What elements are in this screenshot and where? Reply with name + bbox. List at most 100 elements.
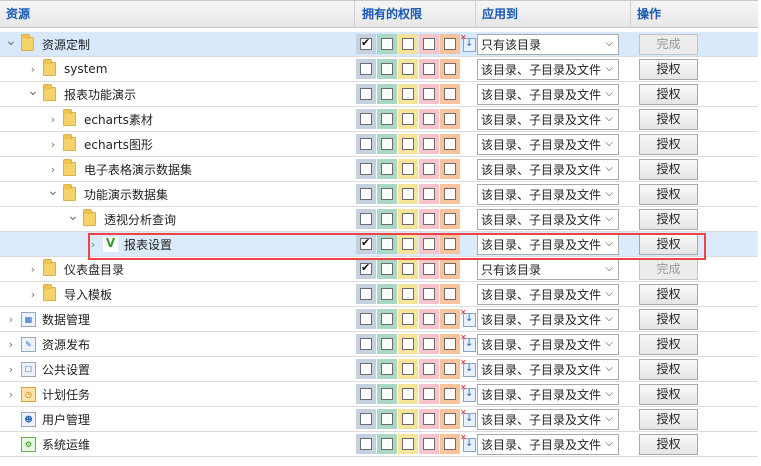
permission-checkbox[interactable] <box>360 363 372 375</box>
permission-checkbox[interactable] <box>402 188 414 200</box>
authorize-button[interactable]: 授权 <box>639 109 698 130</box>
apply-to-select[interactable]: 该目录、子目录及文件 ⌵ <box>477 59 619 80</box>
permission-checkbox[interactable] <box>360 213 372 225</box>
table-row[interactable]: ›◷ 计划任务 该目录、子目录及文件⌵ 授权 <box>0 382 758 407</box>
permission-checkbox[interactable] <box>360 388 372 400</box>
permission-checkbox[interactable] <box>360 88 372 100</box>
chevron-down-icon[interactable]: ⌄ <box>26 84 40 98</box>
chevron-right-icon[interactable]: › <box>46 138 60 151</box>
permission-checkbox[interactable] <box>381 263 393 275</box>
permission-inherit-icon[interactable] <box>460 433 476 452</box>
permission-checkbox[interactable] <box>402 313 414 325</box>
permission-checkbox[interactable] <box>444 313 456 325</box>
apply-to-select[interactable]: 该目录、子目录及文件 ⌵ <box>477 384 619 405</box>
permission-checkbox[interactable] <box>444 138 456 150</box>
apply-to-select[interactable]: 该目录、子目录及文件 ⌵ <box>477 209 619 230</box>
permission-checkbox[interactable] <box>360 36 372 50</box>
chevron-right-icon[interactable]: › <box>4 363 18 376</box>
authorize-button[interactable]: 授权 <box>639 209 698 230</box>
chevron-right-icon[interactable]: › <box>4 338 18 351</box>
authorize-button[interactable]: 授权 <box>639 159 698 180</box>
permission-inherit-icon[interactable] <box>460 308 476 327</box>
apply-to-select[interactable]: 该目录、子目录及文件 ⌵ <box>477 134 619 155</box>
table-row[interactable]: › system 该目录、子目录及文件 ⌵ 授权 <box>0 57 758 82</box>
permission-checkbox[interactable] <box>444 113 456 125</box>
permission-checkbox[interactable] <box>381 188 393 200</box>
chevron-down-icon[interactable]: ⌄ <box>46 184 60 198</box>
permission-checkbox[interactable] <box>402 263 414 275</box>
permission-checkbox[interactable] <box>381 213 393 225</box>
permission-checkbox[interactable] <box>381 338 393 350</box>
permission-checkbox[interactable] <box>360 413 372 425</box>
chevron-down-icon[interactable]: ⌄ <box>66 209 80 223</box>
permission-checkbox[interactable] <box>402 88 414 100</box>
authorize-button[interactable]: 授权 <box>639 284 698 305</box>
permission-checkbox[interactable] <box>423 288 435 300</box>
permission-checkbox[interactable] <box>423 313 435 325</box>
permission-checkbox[interactable] <box>360 288 372 300</box>
permission-inherit-icon[interactable] <box>460 383 476 402</box>
table-row[interactable]: ☻ 用户管理 该目录、子目录及文件⌵ 授权 <box>0 407 758 432</box>
authorize-button[interactable]: 授权 <box>639 384 698 405</box>
permission-checkbox[interactable] <box>402 38 414 50</box>
permission-checkbox[interactable] <box>444 38 456 50</box>
chevron-right-icon[interactable]: › <box>4 388 18 401</box>
permission-checkbox[interactable] <box>444 288 456 300</box>
permission-checkbox[interactable] <box>444 213 456 225</box>
permission-checkbox[interactable] <box>423 63 435 75</box>
authorize-button[interactable]: 授权 <box>639 359 698 380</box>
table-row[interactable]: › echarts素材 该目录、子目录及文件 ⌵ 授权 <box>0 107 758 132</box>
permission-checkbox[interactable] <box>444 63 456 75</box>
permission-checkbox[interactable] <box>381 63 393 75</box>
apply-to-select[interactable]: 只有该目录 ⌵ <box>477 259 619 280</box>
apply-to-select[interactable]: 该目录、子目录及文件 ⌵ <box>477 409 619 430</box>
permission-checkbox[interactable] <box>402 288 414 300</box>
permission-checkbox[interactable] <box>381 388 393 400</box>
apply-to-select[interactable]: 该目录、子目录及文件 ⌵ <box>477 359 619 380</box>
permission-checkbox[interactable] <box>402 438 414 450</box>
permission-checkbox[interactable] <box>402 413 414 425</box>
table-row[interactable]: › 仪表盘目录 只有该目录 ⌵ 完成 <box>0 257 758 282</box>
permission-checkbox[interactable] <box>360 113 372 125</box>
table-row[interactable]: ⌄ 资源定制 只有该目录 ⌵ 完成 <box>0 32 758 57</box>
permission-checkbox[interactable] <box>423 388 435 400</box>
chevron-right-icon[interactable]: › <box>4 313 18 326</box>
permission-checkbox[interactable] <box>444 363 456 375</box>
apply-to-select[interactable]: 该目录、子目录及文件 ⌵ <box>477 309 619 330</box>
permission-checkbox[interactable] <box>423 338 435 350</box>
authorize-button[interactable]: 授权 <box>639 134 698 155</box>
chevron-down-icon[interactable]: ⌄ <box>4 34 18 48</box>
chevron-right-icon[interactable]: › <box>46 163 60 176</box>
permission-checkbox[interactable] <box>381 438 393 450</box>
authorize-button[interactable]: 授权 <box>639 59 698 80</box>
permission-checkbox[interactable] <box>381 113 393 125</box>
permission-checkbox[interactable] <box>423 113 435 125</box>
table-row[interactable]: ⌄ 功能演示数据集 该目录、子目录及文件 ⌵ 授权 <box>0 182 758 207</box>
permission-checkbox[interactable] <box>402 113 414 125</box>
permission-inherit-icon[interactable] <box>460 408 476 427</box>
permission-checkbox[interactable] <box>402 213 414 225</box>
permission-checkbox[interactable] <box>423 163 435 175</box>
chevron-right-icon[interactable]: › <box>26 263 40 276</box>
permission-checkbox[interactable] <box>360 138 372 150</box>
permission-checkbox[interactable] <box>360 163 372 175</box>
permission-checkbox[interactable] <box>381 38 393 50</box>
permission-inherit-icon[interactable] <box>460 333 476 352</box>
permission-checkbox[interactable] <box>402 363 414 375</box>
table-row[interactable]: › echarts图形 该目录、子目录及文件 ⌵ 授权 <box>0 132 758 157</box>
permission-checkbox[interactable] <box>423 188 435 200</box>
permission-checkbox[interactable] <box>360 338 372 350</box>
authorize-button[interactable]: 授权 <box>639 309 698 330</box>
apply-to-select[interactable]: 该目录、子目录及文件 ⌵ <box>477 84 619 105</box>
permission-checkbox[interactable] <box>444 338 456 350</box>
permission-checkbox[interactable] <box>360 438 372 450</box>
permission-checkbox[interactable] <box>381 138 393 150</box>
permission-checkbox[interactable] <box>381 288 393 300</box>
permission-checkbox[interactable] <box>402 63 414 75</box>
chevron-right-icon[interactable]: › <box>26 288 40 301</box>
permission-checkbox[interactable] <box>423 138 435 150</box>
apply-to-select[interactable]: 该目录、子目录及文件 ⌵ <box>477 109 619 130</box>
permission-checkbox[interactable] <box>444 163 456 175</box>
permission-checkbox[interactable] <box>423 413 435 425</box>
permission-checkbox[interactable] <box>381 88 393 100</box>
